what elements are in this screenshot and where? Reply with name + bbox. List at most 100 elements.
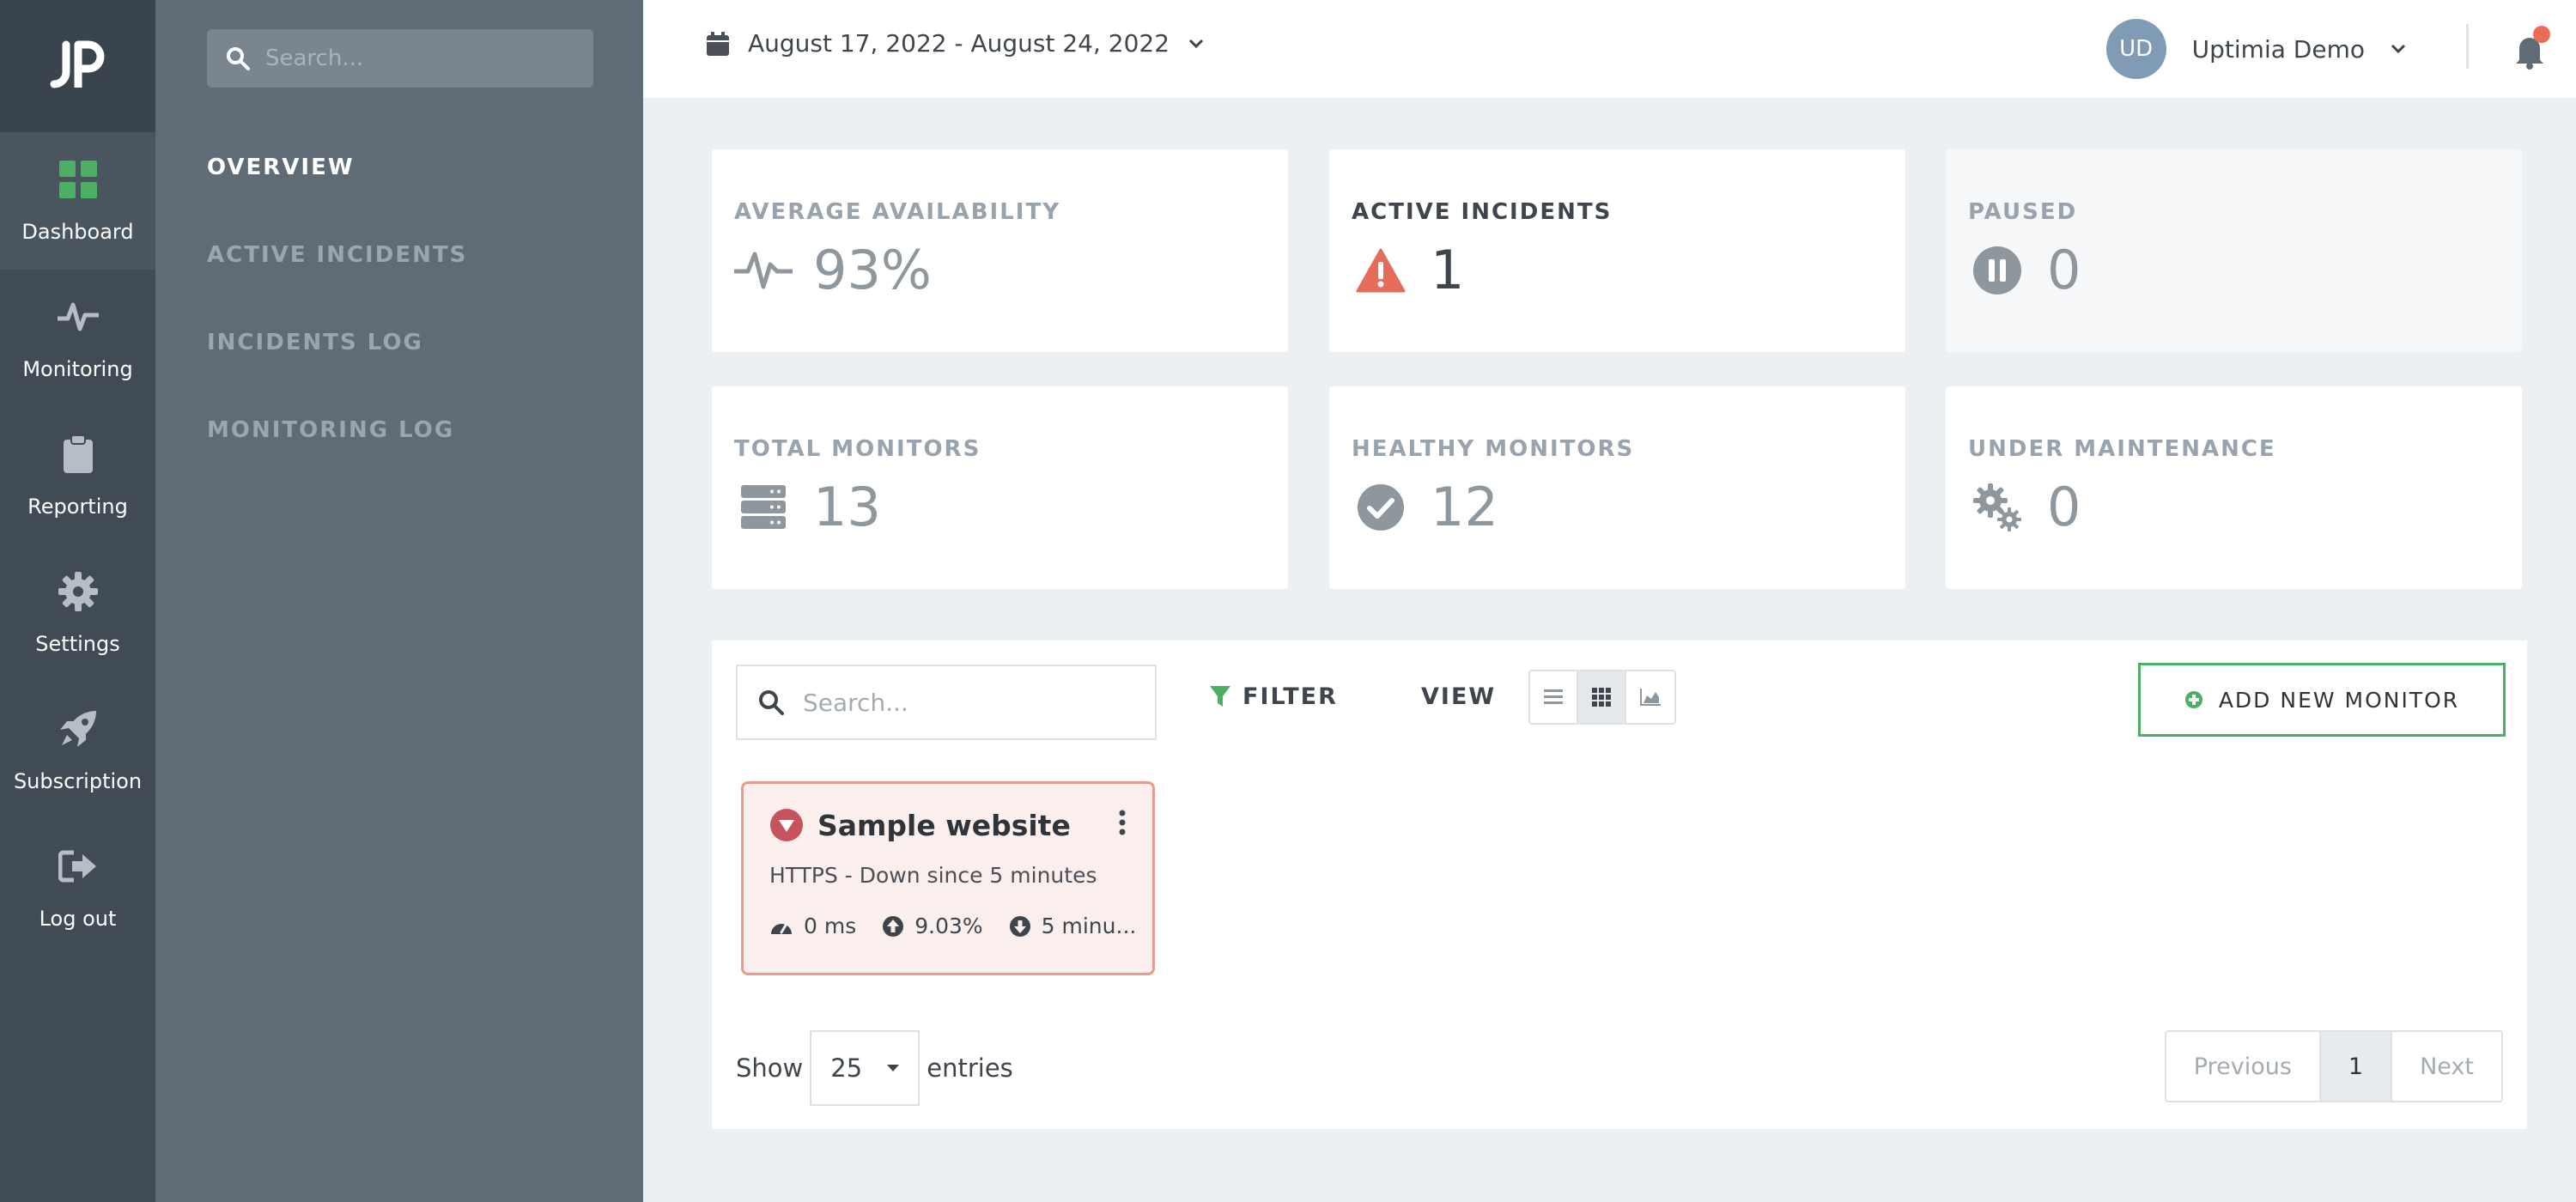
add-new-monitor-button[interactable]: ADD NEW MONITOR <box>2138 663 2506 737</box>
page-size-control: Show 25 entries <box>736 1030 1013 1106</box>
stat-card-active-incidents[interactable]: ACTIVE INCIDENTS 1 <box>1329 149 1905 352</box>
next-page-button[interactable]: Next <box>2392 1032 2501 1101</box>
rail-item-monitoring[interactable]: Monitoring <box>0 270 155 407</box>
sidebar-search-input[interactable] <box>265 46 583 71</box>
clipboard-icon <box>57 433 100 476</box>
stat-value: 93% <box>813 239 932 301</box>
subnav-link-incidents-log[interactable]: INCIDENTS LOG <box>207 330 423 355</box>
chart-view-button[interactable] <box>1626 671 1674 723</box>
rail-label: Log out <box>39 907 117 931</box>
page-button-current[interactable]: 1 <box>2320 1032 2393 1101</box>
arrow-up-circle-icon <box>883 915 904 937</box>
pagination: Previous 1 Next <box>2164 1030 2503 1102</box>
rail-label: Settings <box>35 632 120 656</box>
view-toggle <box>1528 670 1676 725</box>
add-button-label: ADD NEW MONITOR <box>2218 687 2460 713</box>
subnav-link-active-incidents[interactable]: ACTIVE INCIDENTS <box>207 242 467 268</box>
rocket-icon <box>57 707 100 750</box>
caret-down-icon <box>887 1065 900 1071</box>
search-icon <box>227 47 250 70</box>
app-logo[interactable] <box>0 0 155 132</box>
notifications-button[interactable] <box>2506 24 2554 72</box>
check-circle-icon <box>1352 478 1410 537</box>
subnav-link-overview[interactable]: OVERVIEW <box>207 155 355 180</box>
monitor-search[interactable] <box>736 665 1157 740</box>
rail-label: Dashboard <box>21 220 134 244</box>
rail-item-settings[interactable]: Settings <box>0 544 155 682</box>
uptime-value: 9.03% <box>914 914 983 938</box>
warning-icon <box>1352 241 1410 300</box>
previous-page-button[interactable]: Previous <box>2166 1032 2321 1101</box>
rail-item-reporting[interactable]: Reporting <box>0 407 155 544</box>
filter-button[interactable]: FILTER <box>1210 683 1338 710</box>
page-size-value: 25 <box>830 1053 863 1083</box>
date-range-text: August 17, 2022 - August 24, 2022 <box>748 29 1170 58</box>
heartbeat-icon <box>734 241 793 300</box>
stat-value: 0 <box>2047 476 2081 538</box>
calendar-icon <box>707 31 729 56</box>
downtime-value: 5 minu... <box>1041 914 1137 938</box>
gear-icon <box>57 570 100 613</box>
pulse-icon <box>57 295 100 338</box>
chevron-down-icon <box>1189 39 1204 48</box>
grid-view-button[interactable] <box>1578 671 1626 723</box>
stat-card-under-maintenance: UNDER MAINTENANCE 0 <box>1946 386 2522 589</box>
plus-circle-icon <box>2184 691 2202 708</box>
monitors-panel: FILTER VIEW ADD NEW MONITOR Sample websi… <box>712 640 2527 1129</box>
stat-card-paused: PAUSED 0 <box>1946 149 2522 352</box>
rail-label: Reporting <box>27 495 128 519</box>
downtime: 5 minu... <box>1009 914 1137 938</box>
stat-card-healthy-monitors: HEALTHY MONITORS 12 <box>1329 386 1905 589</box>
top-bar: August 17, 2022 - August 24, 2022 UD Upt… <box>643 0 2576 98</box>
uptime: 9.03% <box>882 914 983 938</box>
down-status-icon <box>770 809 803 841</box>
stat-card-average-availability: AVERAGE AVAILABILITY 93% <box>712 149 1288 352</box>
monitor-card[interactable]: Sample website HTTPS - Down since 5 minu… <box>741 781 1155 975</box>
monitor-name: Sample website <box>817 808 1071 842</box>
stat-label: UNDER MAINTENANCE <box>1968 436 2276 462</box>
rail-label: Monitoring <box>22 357 133 381</box>
stat-value: 12 <box>1431 476 1498 538</box>
rail-item-dashboard[interactable]: Dashboard <box>0 132 155 270</box>
rail-item-subscription[interactable]: Subscription <box>0 682 155 819</box>
logo-icon <box>50 40 104 88</box>
stat-label: ACTIVE INCIDENTS <box>1352 199 1613 225</box>
secondary-sidebar: OVERVIEW ACTIVE INCIDENTS INCIDENTS LOG … <box>155 0 643 1202</box>
entries-label: entries <box>927 1053 1013 1083</box>
sign-out-icon <box>57 845 100 888</box>
area-chart-icon <box>1640 689 1661 706</box>
subnav-link-monitoring-log[interactable]: MONITORING LOG <box>207 417 454 443</box>
divider <box>2466 24 2469 69</box>
grid-icon <box>1592 688 1611 707</box>
bell-icon <box>2516 26 2550 70</box>
user-name: Uptimia Demo <box>2191 34 2365 64</box>
gears-icon <box>1968 478 2026 537</box>
user-menu[interactable]: UD Uptimia Demo <box>2105 19 2406 79</box>
stat-label: PAUSED <box>1968 199 2078 225</box>
list-icon <box>1544 689 1563 704</box>
pause-icon <box>1968 241 2026 300</box>
more-options-icon[interactable] <box>1118 810 1127 835</box>
page-size-select[interactable]: 25 <box>810 1030 920 1106</box>
monitor-search-input[interactable] <box>803 688 1146 717</box>
stat-label: TOTAL MONITORS <box>734 436 981 462</box>
filter-label: FILTER <box>1242 683 1338 710</box>
dashboard-grid-icon <box>57 158 100 201</box>
rail-item-logout[interactable]: Log out <box>0 819 155 956</box>
show-label: Show <box>736 1053 804 1083</box>
speedometer-icon <box>771 922 792 934</box>
list-view-button[interactable] <box>1530 671 1578 723</box>
arrow-down-circle-icon <box>1009 915 1030 937</box>
chevron-down-icon <box>2391 44 2406 54</box>
server-icon <box>734 478 793 537</box>
view-label: VIEW <box>1421 683 1497 710</box>
response-time-value: 0 ms <box>804 914 857 938</box>
monitor-metrics: 0 ms 9.03% 5 minu... <box>769 914 1152 938</box>
date-range-picker[interactable]: August 17, 2022 - August 24, 2022 <box>707 29 1204 58</box>
sidebar-search[interactable] <box>207 29 593 88</box>
rail-label: Subscription <box>13 769 143 793</box>
icon-rail: Dashboard Monitoring Reporting Settings … <box>0 0 155 1202</box>
stat-value: 13 <box>813 476 881 538</box>
monitor-status: HTTPS - Down since 5 minutes <box>769 863 1097 888</box>
stat-value: 0 <box>2047 239 2081 301</box>
